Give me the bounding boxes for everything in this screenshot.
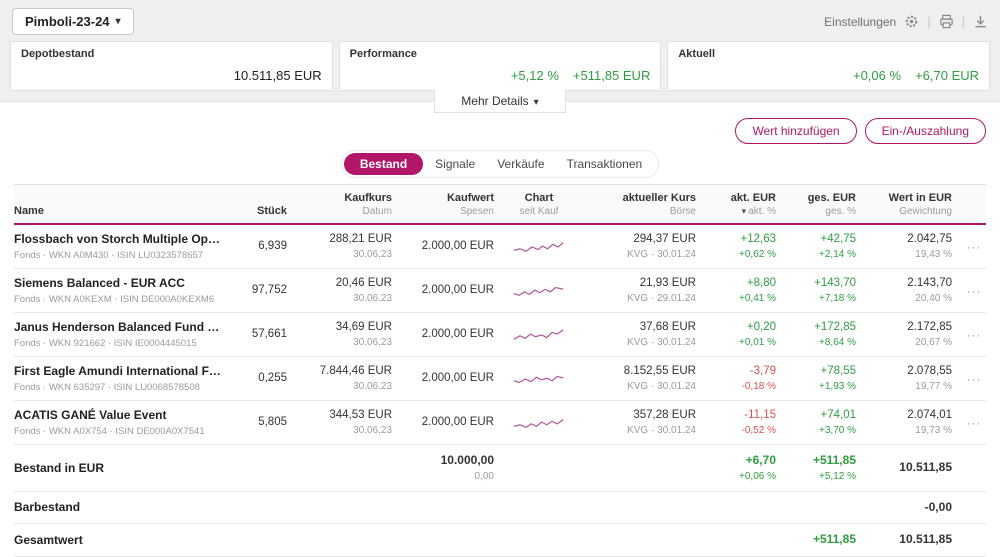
fund-identifiers: Fonds · WKN 635297 · ISIN LU0068578508 (14, 382, 200, 393)
chevron-down-icon: ▾ (115, 16, 121, 27)
header-kaufkurs[interactable]: Kaufkurs Datum (297, 192, 392, 217)
tab-bestand[interactable]: Bestand (343, 153, 424, 175)
settings-label: Einstellungen (824, 14, 897, 29)
row-menu-button[interactable]: ··· (962, 240, 986, 254)
more-details-wrap: Mehr Details ▾ (0, 90, 1000, 114)
portfolio-name: Pimboli-23-24 (25, 14, 110, 29)
gear-icon[interactable] (904, 14, 919, 29)
sparkline-chart (504, 325, 574, 345)
divider: | (961, 14, 965, 29)
printer-icon[interactable] (939, 14, 954, 29)
sparkline-chart (504, 369, 574, 389)
top-actions: Einstellungen | | (824, 14, 988, 29)
portfolio-dropdown[interactable]: Pimboli-23-24 ▾ (12, 8, 134, 35)
fund-name-link[interactable]: First Eagle Amundi International Fund - … (14, 364, 222, 379)
cash-in-out-button[interactable]: Ein-/Auszahlung (864, 118, 986, 144)
fund-identifiers: Fonds · WKN 921662 · ISIN IE0004445015 (14, 338, 197, 349)
depotbestand-card: Depotbestand 10.511,85 EUR (10, 41, 333, 91)
stueck-value: 6,939 (258, 240, 287, 253)
download-icon[interactable] (973, 14, 988, 29)
sort-desc-icon: ▾ (741, 206, 747, 216)
row-menu-button[interactable]: ··· (962, 372, 986, 386)
fund-identifiers: Fonds · WKN A0X754 · ISIN DE000A0X7541 (14, 426, 205, 437)
header-ges-eur[interactable]: ges. EUR ges. % (786, 192, 856, 217)
card-label: Performance (349, 48, 417, 60)
total-row-barbestand: Barbestand -0,00 (14, 492, 986, 525)
topbar: Pimboli-23-24 ▾ Einstellungen | | (0, 0, 1000, 41)
add-value-button[interactable]: Wert hinzufügen (735, 118, 857, 144)
total-row-gesamtwert: Gesamtwert +511,85 10.511,85 (14, 524, 986, 557)
row-menu-button[interactable]: ··· (962, 328, 986, 342)
tab-verkaeufe[interactable]: Verkäufe (487, 153, 554, 175)
performance-pct: +5,12 % (510, 68, 559, 83)
performance-value: +511,85 EUR (572, 68, 651, 83)
table-row: Janus Henderson Balanced Fund - A2 USD A… (14, 313, 986, 357)
header-akt-eur[interactable]: akt. EUR ▾ akt. % (706, 192, 776, 217)
table-header: Name Stück Kaufkurs Datum Kaufwert Spesen … (14, 184, 986, 225)
divider: | (927, 14, 931, 29)
sparkline-chart (504, 281, 574, 301)
header-aktueller-kurs[interactable]: aktueller Kurs Börse (584, 192, 696, 217)
actions-row: Wert hinzufügen Ein-/Auszahlung (0, 114, 1000, 146)
fund-name-link[interactable]: Flossbach von Storch Multiple Opportunit… (14, 232, 222, 247)
aktuell-pct: +0,06 % (852, 68, 902, 83)
header-wert[interactable]: Wert in EUR Gewichtung (866, 192, 952, 217)
table-row: Siemens Balanced - EUR ACC Fonds · WKN A… (14, 269, 986, 313)
row-menu-button[interactable]: ··· (962, 284, 986, 298)
aktuell-card: Aktuell +0,06 % +6,70 EUR (667, 41, 991, 91)
holdings-table: Name Stück Kaufkurs Datum Kaufwert Spesen … (0, 184, 1000, 557)
tabs-row: Bestand Signale Verkäufe Transaktionen (0, 150, 1000, 178)
table-row: First Eagle Amundi International Fund - … (14, 357, 986, 401)
aktuell-value: +6,70 EUR (915, 68, 980, 83)
tab-signale[interactable]: Signale (425, 153, 485, 175)
header-stueck[interactable]: Stück (232, 205, 287, 217)
top-band: Pimboli-23-24 ▾ Einstellungen | | Depotb… (0, 0, 1000, 102)
fund-identifiers: Fonds · WKN A0M430 · ISIN LU0323578657 (14, 250, 204, 261)
table-row: Flossbach von Storch Multiple Opportunit… (14, 225, 986, 269)
more-details-button[interactable]: Mehr Details ▾ (434, 90, 566, 113)
fund-name-link[interactable]: Janus Henderson Balanced Fund - A2 USD A… (14, 320, 222, 335)
card-label: Depotbestand (21, 48, 95, 60)
depotbestand-value: 10.511,85 EUR (233, 68, 322, 83)
fund-name-link[interactable]: Siemens Balanced - EUR ACC (14, 276, 222, 291)
sparkline-chart (504, 237, 574, 257)
tab-transaktionen[interactable]: Transaktionen (557, 153, 653, 175)
chevron-down-icon: ▾ (533, 97, 539, 108)
table-row: ACATIS GANÉ Value Event Fonds · WKN A0X7… (14, 401, 986, 445)
sparkline-chart (504, 413, 574, 433)
card-label: Aktuell (678, 48, 716, 60)
header-kaufwert[interactable]: Kaufwert Spesen (402, 192, 494, 217)
total-row-bestand: Bestand in EUR 10.000,00 0,00 +6,70 +0,06 … (14, 445, 986, 492)
fund-identifiers: Fonds · WKN A0KEXM · ISIN DE000A0KEXM6 (14, 294, 215, 305)
tab-group: Bestand Signale Verkäufe Transaktionen (340, 150, 660, 178)
header-name[interactable]: Name (14, 205, 222, 217)
performance-card: Performance +5,12 % +511,85 EUR (338, 41, 662, 91)
row-menu-button[interactable]: ··· (962, 416, 986, 430)
fund-name-link[interactable]: ACATIS GANÉ Value Event (14, 408, 222, 423)
header-chart: Chart seit Kauf (519, 192, 559, 217)
